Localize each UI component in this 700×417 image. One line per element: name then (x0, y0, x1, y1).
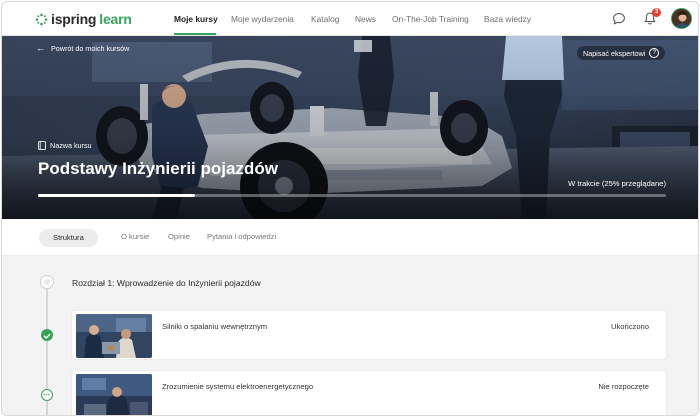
nav-item-katalog[interactable]: Katalog (311, 14, 339, 24)
arrow-left-icon: ← (36, 43, 45, 53)
progress-status: W trakcie (25% przeglądane) (568, 179, 666, 188)
help-icon: ? (649, 48, 660, 58)
course-title: Podstawy Inżynierii pojazdów (38, 159, 278, 178)
course-tabs: Struktura O kursie Opinie Pytania i odpo… (2, 219, 698, 256)
write-to-expert-label: Napisać ekspertowi (583, 48, 646, 58)
active-nav-indicator (174, 33, 216, 35)
course-progress-fill (38, 194, 195, 197)
lesson-card[interactable]: Zrozumienie systemu elektroenergetyczneg… (72, 371, 666, 415)
lesson-name: Silniki o spalaniu wewnętrznym (162, 322, 268, 331)
lesson-status: Nie rozpoczęte (598, 382, 649, 391)
completed-check-icon (41, 329, 53, 341)
avatar[interactable] (671, 8, 692, 29)
nav-item-baza-wiedzy[interactable]: Baza wiedzy (484, 14, 531, 24)
nav-item-news[interactable]: News (355, 14, 376, 24)
chat-icon[interactable] (612, 12, 626, 26)
back-to-my-courses-link[interactable]: ← Powrót do moich kursów (36, 43, 130, 54)
avatar-image (672, 9, 691, 28)
nav-item-moje-kursy[interactable]: Moje kursy (174, 14, 218, 24)
lesson-card[interactable]: Silniki o spalaniu wewnętrznym Ukończono (72, 311, 666, 359)
write-to-expert-button[interactable]: Napisać ekspertowi ? (577, 46, 666, 60)
back-link-label: Powrót do moich kursów (51, 44, 130, 53)
lesson-thumbnail (76, 314, 152, 358)
tab-o-kursie[interactable]: O kursie (121, 232, 149, 241)
logo-text-ispring: ispring (51, 11, 97, 27)
book-icon (38, 141, 46, 150)
app-window: ispring learn Moje kursy Moje wydarzenia… (1, 1, 699, 416)
chapter-title: Rozdział 1: Wprowadzenie do Inżynierii p… (72, 278, 261, 288)
tab-struktura[interactable]: Struktura (39, 229, 98, 247)
course-label: Nazwa kursu (38, 141, 92, 150)
chapter-state-icon (40, 275, 54, 289)
logo-text-learn: learn (99, 11, 132, 27)
course-hero-banner: ← Powrót do moich kursów Napisać ekspert… (2, 36, 698, 219)
notification-count-badge: 3 (652, 8, 661, 17)
lesson-status: Ukończono (611, 322, 649, 331)
tab-opinie[interactable]: Opinie (168, 232, 190, 241)
nav-item-moje-wydarzenia[interactable]: Moje wydarzenia (231, 14, 294, 24)
logo-icon (35, 13, 48, 25)
not-started-icon (41, 389, 53, 401)
tab-pytania-i-odpowiedzi[interactable]: Pytania i odpowiedzi (207, 232, 276, 241)
lesson-thumbnail (76, 374, 152, 415)
course-progress-bar (38, 194, 666, 197)
hero-background-image (2, 36, 698, 219)
top-navigation-bar: ispring learn Moje kursy Moje wydarzenia… (2, 2, 698, 36)
nav-item-on-the-job-training[interactable]: On-The-Job Training (392, 14, 469, 24)
course-label-text: Nazwa kursu (50, 141, 92, 150)
lesson-name: Zrozumienie systemu elektroenergetyczneg… (162, 382, 314, 391)
brand-logo[interactable]: ispring learn (35, 11, 132, 27)
